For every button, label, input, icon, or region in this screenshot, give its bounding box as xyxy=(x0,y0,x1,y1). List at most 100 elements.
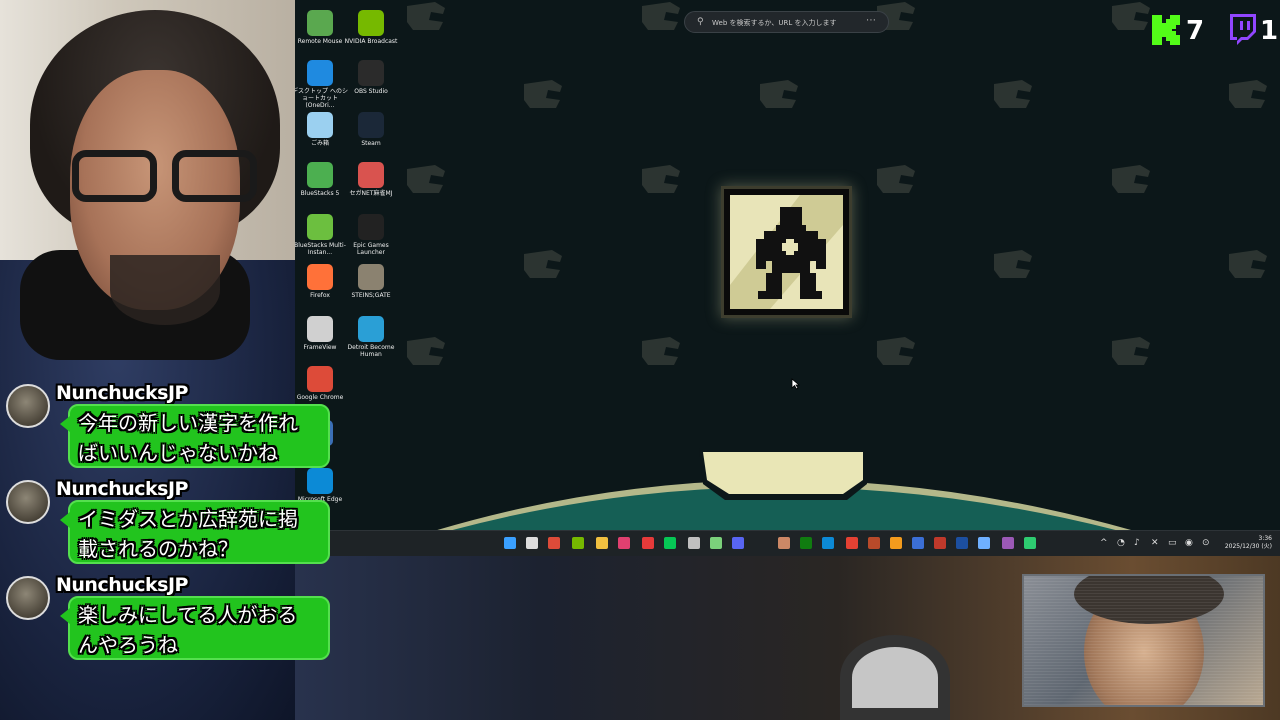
chat-avatar xyxy=(6,384,50,428)
tray-icon[interactable]: ▭ xyxy=(1168,538,1177,548)
app-icon xyxy=(358,112,384,138)
desktop-icon-label: Firefox xyxy=(310,292,330,299)
taskbar-app-edge-icon[interactable] xyxy=(822,537,834,549)
taskbar-app-line-icon[interactable] xyxy=(664,537,676,549)
taskbar-app-app5-icon[interactable] xyxy=(912,537,924,549)
wallpaper-moon-icon xyxy=(875,335,917,367)
wallpaper-moon-icon xyxy=(405,335,447,367)
taskbar-app-vpn-icon[interactable] xyxy=(688,537,700,549)
chair xyxy=(840,635,950,720)
desktop-icon-label: デスクトップ へのショートカット (OneDri... xyxy=(295,88,348,109)
chat-bubble: 楽しみにしてる人がおる んやろうね xyxy=(60,596,330,660)
taskbar: ^ ◔ ♪ ✕ ▭ ◉ ⊙ 3:36 2025/12/30 (火) xyxy=(330,530,1280,556)
taskbar-app-app10-icon[interactable] xyxy=(1024,537,1036,549)
chat-avatar xyxy=(6,480,50,524)
desktop-icon[interactable]: Google Chrome xyxy=(295,362,348,401)
wallpaper-moon-icon xyxy=(1110,163,1152,195)
wallpaper-ground-arc xyxy=(437,448,1131,530)
taskbar-app-explorer-icon[interactable] xyxy=(526,537,538,549)
pixel-figure-icon xyxy=(730,195,843,309)
chat-line: 載されるのかね？ xyxy=(78,537,238,561)
desktop-icon[interactable]: OBS Studio xyxy=(343,56,399,95)
twitch-viewer-count: 1 xyxy=(1260,16,1279,46)
app-icon xyxy=(358,10,384,36)
app-icon xyxy=(307,366,333,392)
taskbar-app-app4-icon[interactable] xyxy=(890,537,902,549)
app-icon xyxy=(358,60,384,86)
tray-icon[interactable]: ◉ xyxy=(1185,538,1193,548)
desktop-icon[interactable]: Firefox xyxy=(295,260,348,299)
search-widget[interactable]: ⚲ Web を検索するか、URL を入力します ⋯ xyxy=(684,11,889,33)
taskbar-app-chrome-icon[interactable] xyxy=(548,537,560,549)
tray-time: 3:36 xyxy=(1258,535,1272,542)
desktop-icon-label: Detroit Become Human xyxy=(347,344,395,358)
chat-avatar xyxy=(6,576,50,620)
more-options-icon[interactable]: ⋯ xyxy=(866,15,876,26)
taskbar-app-app2-icon[interactable] xyxy=(778,537,790,549)
chat-line: んやろうね xyxy=(78,633,178,657)
taskbar-app-app9-icon[interactable] xyxy=(1002,537,1014,549)
chat-line: イミダスとか広辞苑に掲 xyxy=(78,507,298,531)
desktop-icon[interactable]: NVIDIA Broadcast xyxy=(343,6,399,45)
wallpaper-moon-icon xyxy=(1110,0,1152,32)
desktop-icon-label: Remote Mouse xyxy=(297,38,343,45)
desktop-icon[interactable]: Detroit Become Human xyxy=(343,312,399,358)
tray-icon[interactable]: ◔ xyxy=(1117,538,1125,548)
taskbar-app-app-icon[interactable] xyxy=(618,537,630,549)
tray-icon[interactable]: ♪ xyxy=(1134,538,1140,548)
taskbar-app-notepad-icon[interactable] xyxy=(710,537,722,549)
app-icon xyxy=(307,112,333,138)
desktop-icon-label: FrameView xyxy=(303,344,337,351)
desktop-icon[interactable]: デスクトップ へのショートカット (OneDri... xyxy=(295,56,348,109)
taskbar-app-nvidia-icon[interactable] xyxy=(572,537,584,549)
search-icon: ⚲ xyxy=(697,17,704,27)
taskbar-app-windows-start-icon[interactable] xyxy=(504,537,516,549)
search-placeholder: Web を検索するか、URL を入力します xyxy=(712,19,837,27)
wallpaper-moon-icon xyxy=(875,163,917,195)
taskbar-app-record-icon[interactable] xyxy=(642,537,654,549)
desktop-icon[interactable]: STEINS;GATE xyxy=(343,260,399,299)
taskbar-app-xbox-icon[interactable] xyxy=(800,537,812,549)
kick-viewer-count: 7 xyxy=(1186,16,1205,46)
taskbar-app-chrome-icon[interactable] xyxy=(846,537,858,549)
secondary-webcam xyxy=(1022,574,1265,707)
taskbar-app-app6-icon[interactable] xyxy=(934,537,946,549)
taskbar-app-folder-icon[interactable] xyxy=(596,537,608,549)
chat-bubble: イミダスとか広辞苑に掲 載されるのかね？ xyxy=(60,500,330,564)
desktop-icon-label: Google Chrome xyxy=(296,394,344,401)
twitch-logo-icon xyxy=(1230,14,1256,45)
desktop-icon[interactable]: FrameView xyxy=(295,312,348,351)
wallpaper-moon-icon xyxy=(405,163,447,195)
wallpaper-moon-icon xyxy=(1227,78,1269,110)
taskbar-app-app7-icon[interactable] xyxy=(956,537,968,549)
app-icon xyxy=(307,316,333,342)
wallpaper-moon-icon xyxy=(640,335,682,367)
desktop-icon[interactable]: ごみ箱 xyxy=(295,108,348,147)
desktop-icon[interactable]: セガNET麻雀MJ xyxy=(343,158,399,197)
tray-icon[interactable]: ⊙ xyxy=(1202,538,1210,548)
kick-logo-icon xyxy=(1152,15,1180,45)
tray-icon[interactable]: ^ xyxy=(1100,538,1108,548)
chat-line: 楽しみにしてる人がおる xyxy=(78,603,298,627)
app-icon xyxy=(358,162,384,188)
wallpaper-moon-icon xyxy=(405,0,447,32)
desktop-icon-label: Steam xyxy=(361,140,381,147)
tray-date: 2025/12/30 (火) xyxy=(1224,543,1272,550)
app-icon xyxy=(358,316,384,342)
tray-icon[interactable]: ✕ xyxy=(1151,538,1159,548)
desktop-icon[interactable]: BlueStacks 5 xyxy=(295,158,348,197)
tray-clock[interactable]: 3:36 2025/12/30 (火) xyxy=(1216,535,1272,551)
taskbar-app-app8-icon[interactable] xyxy=(978,537,990,549)
desktop-icon[interactable]: Steam xyxy=(343,108,399,147)
chat-username: NunchucksJP xyxy=(56,478,188,500)
desktop-icon[interactable]: Remote Mouse xyxy=(295,6,348,45)
desktop-icon[interactable]: BlueStacks Multi-Instan... xyxy=(295,210,348,256)
desktop-icon-label: Epic Games Launcher xyxy=(353,242,389,256)
chat-username: NunchucksJP xyxy=(56,574,188,596)
taskbar-app-discord-icon[interactable] xyxy=(732,537,744,549)
taskbar-app-app3-icon[interactable] xyxy=(868,537,880,549)
app-icon xyxy=(358,264,384,290)
desktop-icon-label: NVIDIA Broadcast xyxy=(344,38,398,45)
desktop-icon[interactable]: Epic Games Launcher xyxy=(343,210,399,256)
desktop-icon[interactable]: Microsoft Edge xyxy=(295,464,348,503)
